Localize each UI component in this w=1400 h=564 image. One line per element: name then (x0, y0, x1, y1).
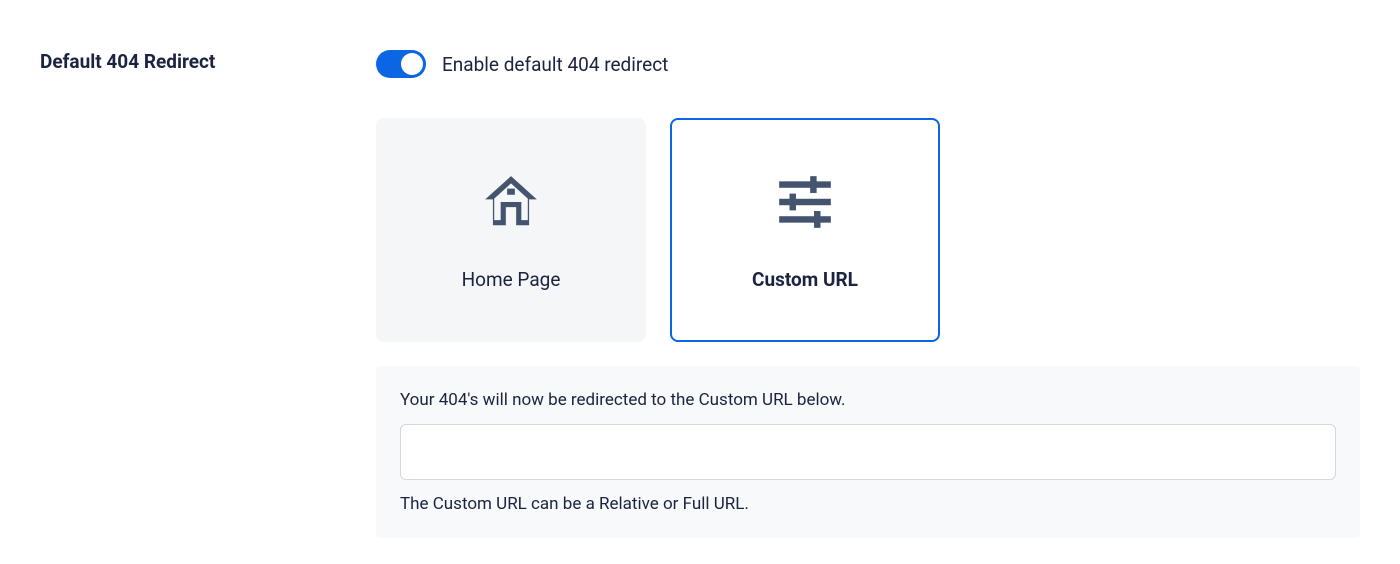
option-home-page[interactable]: Home Page (376, 118, 646, 342)
custom-url-description: Your 404's will now be redirected to the… (400, 390, 1336, 410)
toggle-knob (401, 53, 423, 75)
option-custom-url[interactable]: Custom URL (670, 118, 940, 342)
section-title: Default 404 Redirect (40, 50, 376, 73)
option-cards: Home Page Custom URL (376, 118, 1360, 342)
sliders-icon (773, 170, 837, 234)
custom-url-panel: Your 404's will now be redirected to the… (376, 366, 1360, 538)
enable-redirect-toggle[interactable] (376, 50, 426, 78)
custom-url-input[interactable] (400, 424, 1336, 480)
home-icon (479, 170, 543, 234)
option-custom-url-label: Custom URL (752, 268, 858, 291)
toggle-label: Enable default 404 redirect (442, 53, 668, 76)
custom-url-hint: The Custom URL can be a Relative or Full… (400, 494, 1336, 514)
toggle-row: Enable default 404 redirect (376, 50, 1360, 78)
option-home-page-label: Home Page (462, 268, 561, 291)
